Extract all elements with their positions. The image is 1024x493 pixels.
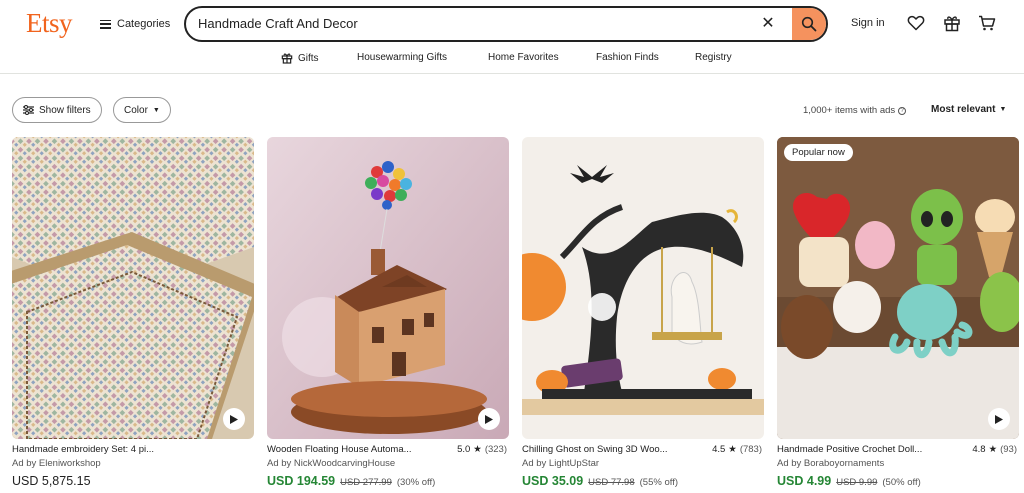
nav-item-housewarming-gifts[interactable]: Housewarming Gifts [357,52,447,63]
play-icon [230,414,238,424]
nav-item-home-favorites[interactable]: Home Favorites [488,52,559,63]
results-count: 1,000+ items with ads ? [803,105,907,116]
original-price: USD 277.99 [340,477,392,488]
etsy-logo[interactable]: Etsy [26,8,73,39]
product-image-ghost-swing[interactable] [522,137,764,439]
star-icon: ★ [473,444,482,455]
product-card[interactable]: Popular now Handmade Positive Crochet Do… [777,137,1019,493]
clear-search-icon[interactable]: ✕ [758,14,778,34]
search-input[interactable]: Handmade Craft And Decor [198,16,358,31]
star-icon: ★ [728,444,737,455]
nav-item-fashion-finds[interactable]: Fashion Finds [596,52,659,63]
sort-dropdown[interactable]: Most relevant ▼ [931,104,1006,115]
color-filter-dropdown[interactable]: Color ▼ [113,97,171,123]
results-count-text: 1,000+ items with ads [803,105,896,116]
star-icon: ★ [988,444,998,455]
product-rating: 4.8 ★ (93) [972,444,1017,455]
gift-icon [281,53,293,64]
search-icon [801,16,817,32]
original-price: USD 77.98 [588,477,635,488]
caret-down-icon: ▼ [999,106,1007,113]
sale-price: USD 35.09 [522,474,584,488]
product-card[interactable]: Handmade embroidery Set: 4 pi... Ad by E… [12,137,254,493]
nav-item-label: Registry [695,52,732,63]
play-video-button[interactable] [478,408,500,430]
review-count: (93) [1000,444,1017,455]
sale-price: USD 194.59 [267,474,336,488]
product-rating: 4.5 ★ (783) [712,444,762,455]
gift-header-icon[interactable] [942,13,962,33]
price: USD 5,875.15 [12,474,91,488]
show-filters-button[interactable]: Show filters [12,97,102,123]
nav-item-label: Housewarming Gifts [357,52,448,63]
product-shop[interactable]: Ad by Boraboyornaments [777,458,884,469]
product-price: USD 5,875.15 [12,474,91,488]
discount: (50% off) [882,477,921,488]
nav-item-registry[interactable]: Registry [695,52,732,63]
caret-down-icon: ▼ [152,106,160,114]
product-price: USD 35.09 USD 77.98 (55% off) [522,474,678,488]
filter-sliders-icon [23,105,34,115]
categories-button[interactable]: Categories [100,14,170,34]
product-shop[interactable]: Ad by NickWoodcarvingHouse [267,458,395,469]
color-filter-label: Color [124,104,148,116]
play-video-button[interactable] [223,408,245,430]
play-icon [485,414,493,424]
product-title[interactable]: Wooden Floating House Automa... [267,444,412,455]
review-count: (783) [739,444,762,455]
categories-label: Categories [117,18,171,30]
discount: (30% off) [396,477,436,488]
sale-price: USD 4.99 [777,474,832,488]
nav-item-label: Fashion Finds [596,52,659,63]
product-image-floating-house[interactable] [267,137,509,439]
original-price: USD 9.99 [836,477,878,488]
product-price: USD 4.99 USD 9.99 (50% off) [777,474,921,488]
product-shop[interactable]: Ad by LightUpStar [522,458,599,469]
sign-in-link[interactable]: Sign in [851,17,885,29]
menu-icon [100,19,111,29]
rating-value: 4.8 [972,444,986,455]
product-image-embroidery[interactable] [12,137,254,439]
product-title[interactable]: Handmade embroidery Set: 4 pi... [12,444,154,455]
product-title[interactable]: Handmade Positive Crochet Doll... [777,444,922,455]
cart-icon[interactable] [977,13,997,33]
favorites-heart-icon[interactable] [906,13,926,33]
popular-now-badge: Popular now [784,144,853,161]
show-filters-label: Show filters [39,104,91,116]
rating-value: 5.0 [457,444,471,455]
nav-item-gifts[interactable]: Gifts [281,52,319,64]
nav-item-label: Home Favorites [488,52,559,63]
review-count: (323) [484,444,507,455]
info-icon[interactable]: ? [898,106,907,115]
sort-label: Most relevant [931,104,996,115]
product-price: USD 194.59 USD 277.99 (30% off) [267,474,435,488]
header: Etsy Categories Handmade Craft And Decor… [0,0,1024,48]
nav-item-label: Gifts [298,52,319,64]
product-image-crochet-dolls[interactable]: Popular now [777,137,1019,439]
search-bar: Handmade Craft And Decor ✕ [184,6,828,42]
play-icon [995,414,1003,424]
product-card[interactable]: Wooden Floating House Automa... 5.0 ★ (3… [267,137,509,493]
search-button[interactable] [792,8,826,40]
rating-value: 4.5 [712,444,726,455]
product-rating: 5.0 ★ (323) [457,444,507,455]
discount: (55% off) [639,477,679,488]
category-nav: Gifts Housewarming Gifts Home Favorites … [0,48,1024,74]
product-title[interactable]: Chilling Ghost on Swing 3D Woo... [522,444,668,455]
play-video-button[interactable] [988,408,1010,430]
product-card[interactable]: Chilling Ghost on Swing 3D Woo... 4.5 ★ … [522,137,764,493]
product-shop[interactable]: Ad by Eleniworkshop [12,458,101,469]
